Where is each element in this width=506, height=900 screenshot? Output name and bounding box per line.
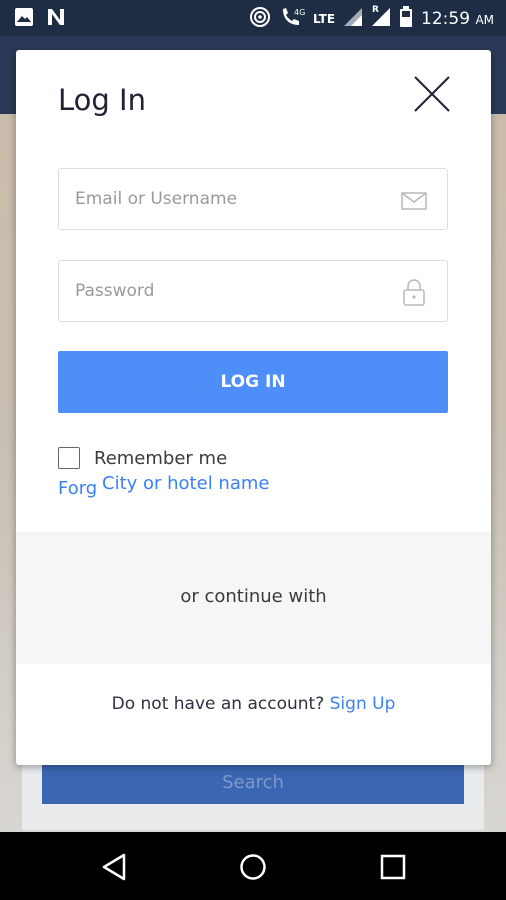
close-button[interactable] (412, 74, 452, 114)
email-field (58, 168, 448, 230)
signal-icon (343, 7, 363, 31)
recents-button[interactable] (376, 850, 410, 884)
home-icon (240, 854, 266, 880)
forgot-password-link[interactable]: Forg (58, 478, 97, 499)
n-app-icon (46, 7, 66, 31)
navigation-bar (0, 832, 506, 900)
home-button[interactable] (236, 850, 270, 884)
network-type-label: LTE (312, 12, 336, 26)
remember-me-row: Remember me (58, 447, 227, 469)
hotspot-icon (249, 6, 271, 32)
status-bar: 4G LTE R 12:59 AM (0, 0, 506, 36)
clock: 12:59 AM (421, 9, 494, 29)
roaming-signal-icon: R (371, 5, 391, 31)
roaming-label: R (372, 5, 379, 15)
back-icon (102, 853, 126, 881)
signup-link[interactable]: Sign Up (330, 694, 396, 714)
svg-text:4G: 4G (294, 8, 305, 17)
remember-me-label: Remember me (94, 447, 228, 469)
back-button[interactable] (98, 850, 132, 884)
modal-title: Log In (58, 83, 146, 117)
login-modal: Log In LOG IN Remember me Forg City or h… (16, 50, 491, 765)
close-icon (414, 76, 450, 112)
login-button[interactable]: LOG IN (58, 351, 448, 413)
remember-me-checkbox[interactable] (58, 447, 80, 469)
email-input[interactable] (75, 169, 395, 229)
background-search-button: Search (42, 762, 464, 804)
signup-prompt: Do not have an account? (111, 694, 325, 714)
lock-icon (399, 277, 429, 307)
social-login-section: or continue with (16, 532, 491, 664)
recents-icon (380, 854, 406, 880)
city-hint-text: City or hotel name (102, 473, 270, 494)
password-input[interactable] (75, 261, 395, 321)
image-icon (14, 7, 34, 31)
battery-icon (399, 6, 413, 32)
signup-row: Do not have an account? Sign Up (16, 694, 491, 714)
wifi-calling-icon: 4G (279, 6, 305, 32)
envelope-icon (399, 185, 429, 215)
password-field (58, 260, 448, 322)
continue-with-label: or continue with (180, 586, 327, 607)
